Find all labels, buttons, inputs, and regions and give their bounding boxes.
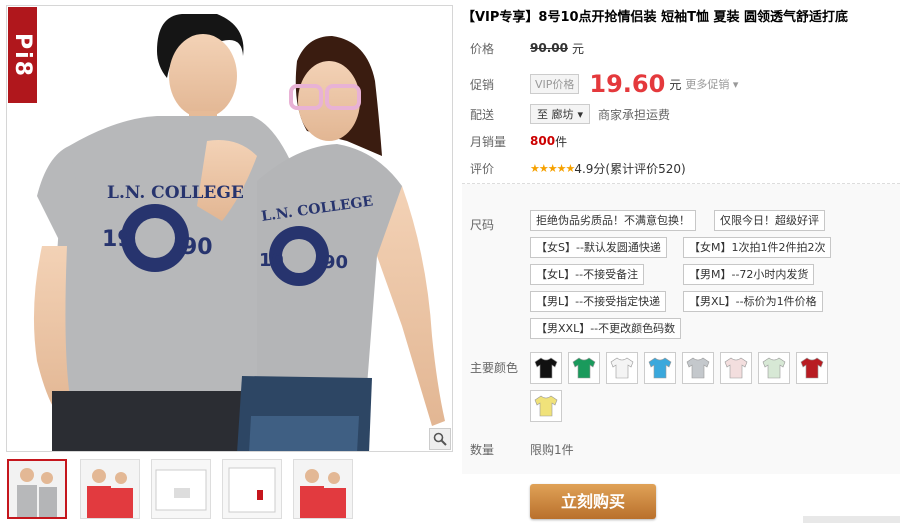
buy-now-button[interactable]: 立刻购买 — [530, 484, 656, 519]
tshirt-icon — [800, 357, 824, 379]
monthly-sales-count: 800 — [530, 134, 556, 148]
size-option[interactable]: 【女S】--默认发圆通快递 — [530, 237, 667, 258]
color-swatch-sky-blue[interactable] — [644, 352, 676, 384]
price-label: 价格 — [470, 41, 495, 56]
main-product-image[interactable]: L.N. COLLEGE 19 90 L.N. COLLEGE 19 90 Pi… — [6, 5, 453, 452]
product-title: 【VIP专享】8号10点开抢情侣装 短袖T恤 夏装 圆领透气舒适打底 — [462, 10, 849, 25]
rating-link[interactable]: 4.9分(累计评价520) — [574, 160, 685, 177]
price-unit: 元 — [571, 41, 584, 56]
rating-stars: ★★★★★ — [530, 161, 575, 175]
size-option[interactable]: 【男L】--不接受指定快递 — [530, 291, 667, 312]
rating-row: 评价 ★★★★★ 4.9分(累计评价520) — [470, 158, 686, 178]
monthly-sales-unit: 件 — [555, 134, 568, 149]
thumbnail-3[interactable] — [151, 459, 211, 519]
tshirt-icon — [572, 357, 596, 379]
active-thumb-arrow — [37, 459, 47, 461]
tshirt-icon — [724, 357, 748, 379]
promo-label: 促销 — [470, 77, 495, 92]
tshirt-icon — [534, 395, 558, 417]
price-row: 价格 90.00 元 — [470, 38, 584, 58]
vip-price-tag: VIP价格 — [530, 74, 580, 94]
shirt-print-woman-right: 90 — [323, 252, 348, 273]
quantity-limit: 限购1件 — [530, 443, 574, 457]
zoom-icon[interactable] — [429, 428, 451, 450]
thumbnail-4[interactable] — [222, 459, 282, 519]
thumbnail-strip — [6, 459, 453, 521]
delivery-destination-select[interactable]: 至 廊坊 ▾ — [530, 104, 591, 124]
shirt-print-man: L.N. COLLEGE — [107, 183, 244, 203]
color-swatch-gray[interactable] — [682, 352, 714, 384]
delivery-destination: 至 廊坊 — [537, 108, 574, 121]
color-swatch-yellow[interactable] — [530, 390, 562, 422]
color-swatch-pink-white[interactable] — [720, 352, 752, 384]
color-swatch-red[interactable] — [796, 352, 828, 384]
chevron-down-icon: ▾ — [577, 107, 584, 121]
color-swatch-light-green[interactable] — [758, 352, 790, 384]
promo-row: 促销 VIP价格 19.60 元 更多促销 ▾ — [470, 70, 738, 98]
color-swatch-black[interactable] — [530, 352, 562, 384]
shipping-note: 商家承担运费 — [598, 107, 671, 122]
size-option[interactable]: 【男XL】--标价为1件价格 — [683, 291, 823, 312]
monthly-sales-row: 月销量 800 件 — [470, 131, 567, 151]
size-option[interactable]: 【男XXL】--不更改颜色码数 — [530, 318, 682, 339]
color-swatch-green[interactable] — [568, 352, 600, 384]
shirt-print-woman-left: 19 — [259, 250, 284, 271]
size-option[interactable]: 仅限今日！超级好评 — [714, 210, 825, 231]
delivery-label: 配送 — [470, 107, 495, 122]
size-option[interactable]: 【女M】1次拍1件2件拍2次 — [683, 237, 832, 258]
size-option[interactable]: 【女L】--不接受备注 — [530, 264, 645, 285]
thumbnail-1[interactable] — [7, 459, 67, 519]
tshirt-icon — [762, 357, 786, 379]
more-promotions-label: 更多促销 — [685, 78, 730, 91]
promo-price: 19.60 — [589, 70, 666, 98]
size-option[interactable]: 【男M】--72小时内发货 — [683, 264, 815, 285]
tshirt-icon — [686, 357, 710, 379]
tshirt-icon — [648, 357, 672, 379]
size-option[interactable]: 拒绝伪品劣质品！不满意包换！ — [530, 210, 696, 231]
quantity-label: 数量 — [470, 443, 495, 457]
size-label: 尺码 — [470, 218, 495, 232]
thumbnail-5[interactable] — [293, 459, 353, 519]
chevron-down-icon: ▾ — [732, 78, 739, 91]
shirt-print-man-right: 90 — [182, 235, 213, 260]
rating-label: 评价 — [470, 161, 495, 176]
tshirt-icon — [534, 357, 558, 379]
shirt-print-man-left: 19 — [102, 227, 133, 252]
couple-photo: L.N. COLLEGE 19 90 L.N. COLLEGE 19 90 — [33, 14, 445, 451]
product-info-panel: 【VIP专享】8号10点开抢情侣装 短袖T恤 夏装 圆领透气舒适打底 价格 90… — [462, 0, 900, 523]
promo-unit: 元 — [669, 77, 682, 92]
thumbnail-2[interactable] — [80, 459, 140, 519]
page-corner — [803, 516, 900, 523]
monthly-sales-label: 月销量 — [470, 134, 507, 149]
brand-logo: Pi8 — [8, 7, 37, 103]
more-promotions-link[interactable]: 更多促销 ▾ — [685, 76, 738, 92]
tshirt-icon — [610, 357, 634, 379]
color-label: 主要颜色 — [470, 361, 519, 375]
delivery-row: 配送 至 廊坊 ▾ 商家承担运费 — [470, 104, 670, 124]
original-price: 90.00 — [530, 41, 568, 55]
color-swatch-white[interactable] — [606, 352, 638, 384]
